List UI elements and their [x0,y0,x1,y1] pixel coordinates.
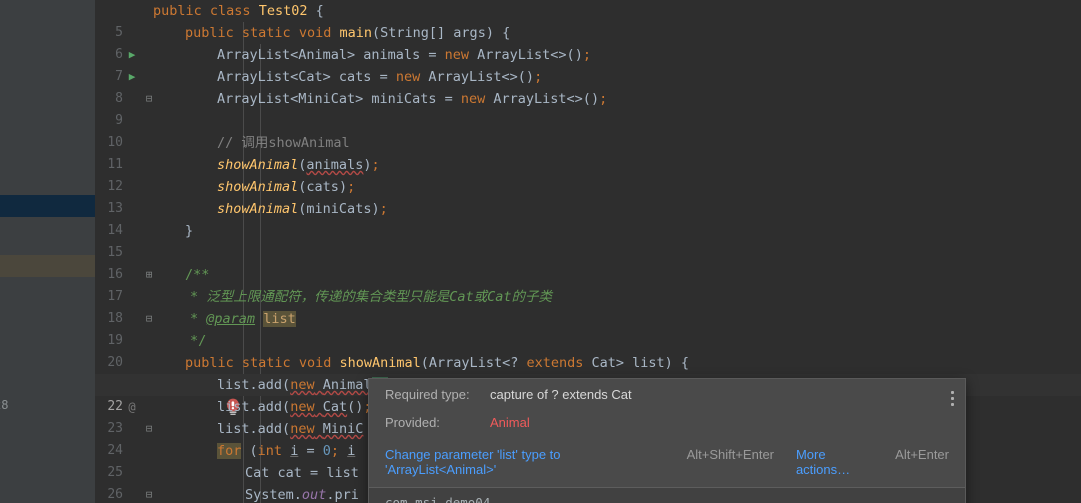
code-line-12[interactable]: 12 showAnimal(animals); [95,154,1081,194]
code-line-16[interactable]: 16 [95,242,1081,282]
change-parameter-type-link[interactable]: Change parameter 'list' type to 'ArrayLi… [385,447,675,477]
code-text-14: showAnimal(miniCats); [217,201,388,217]
ide-editor-window: 28 5 ▶ public class Test02 { 6 ▶ ⊟ publi… [0,0,1081,503]
code-text-23: list.add(new Cat(); [217,399,372,415]
code-line-5[interactable]: 5 ▶ public class Test02 { [95,0,1081,61]
code-line-13[interactable]: 13 showAnimal(cats); [95,176,1081,216]
required-type-value: capture of ? extends Cat [490,387,632,402]
code-text-25: for (int i = 0; i [217,443,356,459]
error-tooltip-popup[interactable]: Required type: capture of ? extends Cat … [368,378,966,503]
code-line-17[interactable]: 17 ⊟ /** [95,264,1081,325]
code-text-26: Cat cat = list [245,465,359,481]
code-text-5: public class Test02 { [153,3,324,19]
code-line-15[interactable]: 15 ⊞ } [95,220,1081,281]
popup-package-footer: com.msj.demo04 [369,487,965,503]
code-text-17: /** [185,267,210,283]
code-text-27: System.out.pri [245,487,359,503]
code-line-8[interactable]: 8 ArrayList<Cat> cats = new ArrayList<>(… [95,66,1081,106]
code-line-21[interactable]: 21 @ ⊟ public static void showAnimal(Arr… [95,352,1081,435]
code-line-18[interactable]: 18 * 泛型上限通配符，传递的集合类型只能是Cat或Cat的子类 [95,286,1081,326]
code-comment-11: // 调用showAnimal [217,135,350,151]
strip-band-olive [0,255,95,277]
code-line-9[interactable]: 9 ArrayList<MiniCat> miniCats = new Arra… [95,88,1081,128]
code-text-20: */ [190,333,207,349]
code-line-14[interactable]: 14 showAnimal(miniCats); [95,198,1081,238]
code-text-18: * 泛型上限通配符，传递的集合类型只能是Cat或Cat的子类 [190,289,553,305]
code-line-6[interactable]: 6 ▶ ⊟ public static void main(String[] a… [95,22,1081,105]
more-actions-link[interactable]: More actions… [796,447,883,477]
popup-actions-row: Change parameter 'list' type to 'ArrayLi… [369,443,965,487]
more-actions-shortcut: Alt+Enter [895,447,949,462]
code-text-19: * @param list [190,311,296,327]
code-text-6: public static void main(String[] args) { [185,25,511,41]
code-text-13: showAnimal(cats); [217,179,356,195]
required-type-row: Required type: capture of ? extends Cat [369,379,965,415]
provided-label: Provided: [385,415,440,430]
left-panel-strip: 28 [0,0,95,503]
javadoc-param-name: list [263,311,296,327]
clipped-line-number: 28 [0,398,9,412]
javadoc-cn-text: 泛型上限通配符，传递的集合类型只能是Cat或Cat的子类 [206,289,553,305]
for-keyword: for [217,443,242,459]
code-line-19[interactable]: 19 * @param list [95,308,1081,348]
more-vertical-icon[interactable] [951,391,955,409]
code-line-11[interactable]: 11 // 调用showAnimal [95,132,1081,172]
code-text-12: showAnimal(animals); [217,157,380,173]
javadoc-param-tag: @param [206,311,256,327]
code-text-7: ArrayList<Animal> animals = new ArrayLis… [217,47,591,63]
strip-band-blue [0,195,95,217]
code-text-24: list.add(new MiniC [217,421,364,437]
code-text-21: public static void showAnimal(ArrayList<… [185,355,690,371]
code-line-20[interactable]: 20 ⊞ */ [95,330,1081,391]
code-text-9: ArrayList<MiniCat> miniCats = new ArrayL… [217,91,608,107]
change-parameter-type-shortcut: Alt+Shift+Enter [686,447,775,462]
code-text-15: } [185,223,194,239]
code-line-7[interactable]: 7 ArrayList<Animal> animals = new ArrayL… [95,44,1081,84]
required-type-label: Required type: [385,387,470,402]
error-bulb-icon[interactable] [161,376,240,415]
code-text-8: ArrayList<Cat> cats = new ArrayList<>(); [217,69,543,85]
code-line-10[interactable]: 10 [95,110,1081,150]
provided-row: Provided: Animal [369,415,965,443]
provided-value: Animal [490,415,530,430]
